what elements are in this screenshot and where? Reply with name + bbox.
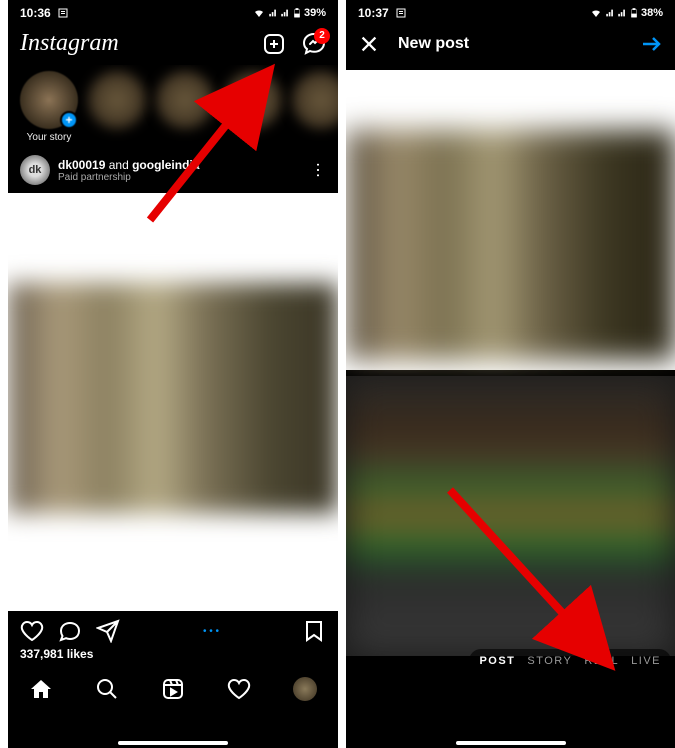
battery-icon bbox=[292, 6, 302, 20]
comment-icon[interactable] bbox=[58, 619, 82, 643]
like-icon[interactable] bbox=[20, 619, 44, 643]
search-icon[interactable] bbox=[95, 677, 119, 701]
home-indicator bbox=[456, 741, 566, 745]
status-bar: 10:36 39% bbox=[8, 0, 338, 22]
post-subtitle: Paid partnership bbox=[58, 172, 302, 183]
post-type-selector[interactable]: POST STORY REEL LIVE bbox=[469, 649, 671, 673]
reels-icon[interactable] bbox=[161, 677, 185, 701]
add-story-icon: + bbox=[60, 111, 78, 129]
likes-count[interactable]: 337,981 likes bbox=[8, 647, 338, 667]
post-header[interactable]: dk dk00019 and googleindia Paid partners… bbox=[8, 147, 338, 193]
status-time: 10:37 bbox=[358, 6, 389, 20]
post-actions: • • • bbox=[8, 611, 338, 647]
signal-icon bbox=[617, 8, 627, 18]
new-post-button[interactable] bbox=[262, 32, 286, 56]
activity-icon[interactable] bbox=[227, 677, 251, 701]
story-item[interactable] bbox=[292, 71, 338, 143]
your-story[interactable]: + Your story bbox=[20, 71, 78, 143]
home-indicator bbox=[118, 741, 228, 745]
battery-icon bbox=[629, 6, 639, 20]
post-more-icon[interactable]: ⋯ bbox=[308, 162, 328, 178]
notif-icon bbox=[57, 7, 69, 19]
next-arrow-icon[interactable] bbox=[639, 32, 663, 56]
notif-icon bbox=[395, 7, 407, 19]
type-reel[interactable]: REEL bbox=[584, 655, 619, 667]
avatar: + bbox=[20, 71, 78, 129]
messenger-button[interactable]: 2 bbox=[302, 32, 326, 56]
wifi-icon bbox=[589, 7, 603, 19]
stories-tray[interactable]: + Your story bbox=[8, 65, 338, 147]
type-post[interactable]: POST bbox=[479, 655, 515, 667]
close-icon[interactable] bbox=[358, 33, 380, 55]
post-avatar[interactable]: dk bbox=[20, 155, 50, 185]
post-author-block[interactable]: dk00019 and googleindia Paid partnership bbox=[58, 158, 302, 183]
signal-icon bbox=[268, 8, 278, 18]
type-live[interactable]: LIVE bbox=[631, 655, 661, 667]
story-item[interactable] bbox=[88, 71, 146, 143]
story-item[interactable] bbox=[224, 71, 282, 143]
gallery-grid[interactable] bbox=[346, 376, 675, 656]
status-bar: 10:37 38% bbox=[346, 0, 675, 22]
instagram-logo[interactable]: Instagram bbox=[20, 30, 119, 57]
your-story-label: Your story bbox=[27, 132, 72, 143]
screenshot-left-feed: 10:36 39% Instagram 2 + Your bbox=[8, 0, 338, 748]
post-image[interactable] bbox=[8, 193, 338, 611]
battery-pct: 39% bbox=[304, 7, 326, 19]
app-header: Instagram 2 bbox=[8, 22, 338, 65]
selected-media-preview[interactable] bbox=[346, 70, 675, 370]
status-time: 10:36 bbox=[20, 6, 51, 20]
bottom-nav bbox=[8, 667, 338, 707]
signal-icon bbox=[280, 8, 290, 18]
save-icon[interactable] bbox=[302, 619, 326, 643]
battery-pct: 38% bbox=[641, 7, 663, 19]
screenshot-right-newpost: 10:37 38% New post POST STORY REEL LIVE bbox=[346, 0, 675, 748]
newpost-header: New post bbox=[346, 22, 675, 66]
story-item[interactable] bbox=[156, 71, 214, 143]
home-icon[interactable] bbox=[29, 677, 53, 701]
profile-icon[interactable] bbox=[293, 677, 317, 701]
messenger-badge: 2 bbox=[314, 28, 330, 44]
signal-icon bbox=[605, 8, 615, 18]
share-icon[interactable] bbox=[96, 619, 120, 643]
wifi-icon bbox=[252, 7, 266, 19]
type-story[interactable]: STORY bbox=[527, 655, 572, 667]
page-title: New post bbox=[398, 35, 621, 53]
